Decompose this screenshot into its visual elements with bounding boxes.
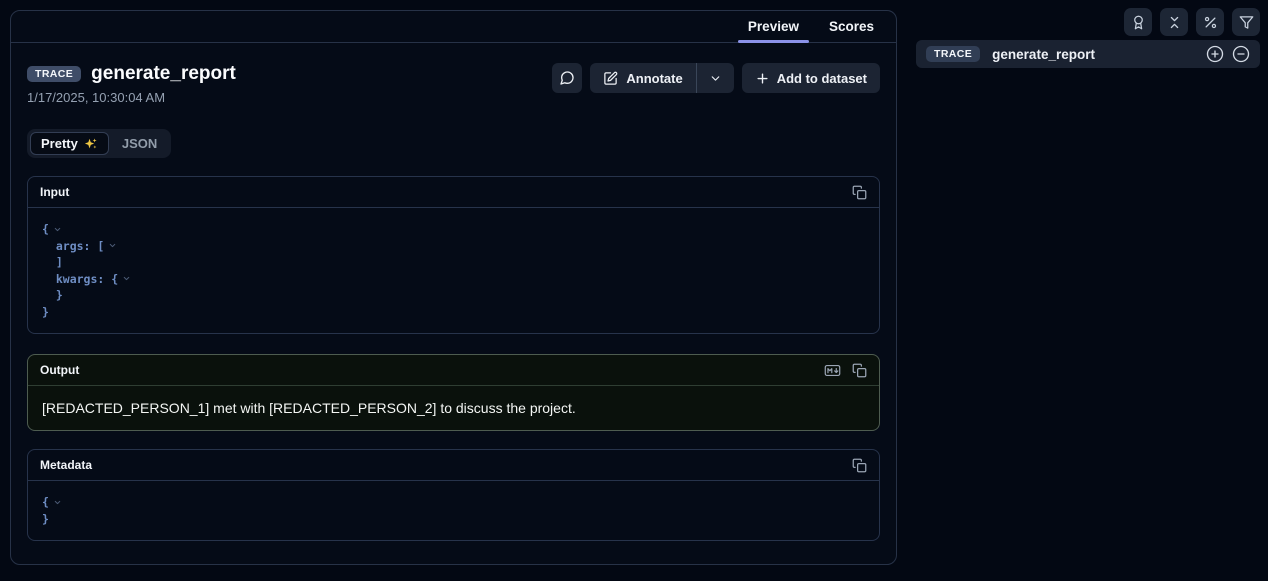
output-section-header: Output [28, 355, 879, 386]
chevron-down-icon[interactable] [122, 274, 131, 283]
collapse-all-button[interactable] [1160, 8, 1188, 36]
circle-minus-icon[interactable] [1232, 45, 1250, 63]
trace-type-badge: TRACE [926, 46, 980, 63]
json-line: kwargs: { [42, 271, 865, 288]
tree-toolbar [1124, 8, 1260, 36]
filter-button[interactable] [1232, 8, 1260, 36]
metrics-toggle-button[interactable] [1196, 8, 1224, 36]
annotate-split-button: Annotate [590, 63, 733, 93]
toggle-pretty[interactable]: Pretty [30, 132, 109, 155]
tab-scores[interactable]: Scores [814, 11, 889, 42]
tab-bar: Preview Scores [11, 11, 896, 43]
json-line-text: { [42, 221, 49, 238]
tree-node-actions [1206, 45, 1250, 63]
chevron-down-icon[interactable] [108, 241, 117, 250]
json-line: } [42, 304, 865, 321]
copy-icon[interactable] [852, 458, 867, 473]
json-line: } [42, 287, 865, 304]
tree-node-title: generate_report [992, 47, 1095, 62]
json-line-text: } [42, 511, 49, 528]
circle-plus-icon[interactable] [1206, 45, 1224, 63]
fold-vertical-icon [1167, 15, 1182, 30]
chevron-down-icon [709, 72, 722, 85]
comment-icon [559, 70, 575, 86]
json-line-text: { [42, 494, 49, 511]
trace-actions: Annotate Add to dataset [552, 63, 880, 93]
tab-preview-label: Preview [748, 19, 799, 34]
json-line-text: args: [ [42, 238, 104, 255]
sparkles-icon [84, 137, 98, 151]
award-icon [1131, 15, 1146, 30]
json-line: { [42, 221, 865, 238]
filter-icon [1239, 15, 1254, 30]
input-json-viewer: { args: [ ] kwargs: { } } [28, 208, 879, 333]
view-format-toggle: Pretty JSON [27, 129, 171, 158]
metadata-section-title: Metadata [40, 458, 92, 472]
tab-scores-label: Scores [829, 19, 874, 34]
comment-button[interactable] [552, 63, 582, 93]
tree-node-trace[interactable]: TRACE generate_report [916, 40, 1260, 68]
trace-type-badge: TRACE [27, 66, 81, 83]
input-section: Input { args: [ ] kwargs: { } } [27, 176, 880, 334]
input-section-header: Input [28, 177, 879, 208]
output-section-title: Output [40, 363, 79, 377]
output-section: Output [REDACTED_PERSON_1] met with [RED… [27, 354, 880, 431]
annotations-toggle-button[interactable] [1124, 8, 1152, 36]
metadata-section-header: Metadata [28, 450, 879, 481]
trace-timestamp: 1/17/2025, 10:30:04 AM [27, 90, 236, 105]
chevron-down-icon[interactable] [53, 225, 62, 234]
json-line-text: } [42, 287, 63, 304]
toggle-pretty-label: Pretty [41, 136, 78, 151]
square-pen-icon [603, 71, 618, 86]
json-line-text: kwargs: { [42, 271, 118, 288]
json-line-text: } [42, 304, 49, 321]
output-text: [REDACTED_PERSON_1] met with [REDACTED_P… [28, 386, 879, 430]
add-to-dataset-button[interactable]: Add to dataset [742, 63, 880, 93]
toggle-json[interactable]: JSON [111, 132, 168, 155]
percent-icon [1203, 15, 1218, 30]
markdown-icon[interactable] [824, 362, 841, 379]
chevron-down-icon[interactable] [53, 498, 62, 507]
json-line: ] [42, 254, 865, 271]
input-section-title: Input [40, 185, 69, 199]
metadata-json-viewer: { } [28, 481, 879, 540]
copy-icon[interactable] [852, 363, 867, 378]
trace-preview-panel: Preview Scores TRACE generate_report 1/1… [10, 10, 897, 565]
metadata-section: Metadata { } [27, 449, 880, 541]
page-title: generate_report [91, 63, 236, 85]
tab-preview[interactable]: Preview [733, 11, 814, 42]
add-to-dataset-label: Add to dataset [777, 71, 867, 86]
copy-icon[interactable] [852, 185, 867, 200]
json-line: args: [ [42, 238, 865, 255]
trace-header: TRACE generate_report 1/17/2025, 10:30:0… [27, 62, 880, 105]
plus-icon [755, 71, 770, 86]
annotate-button[interactable]: Annotate [590, 63, 695, 93]
trace-header-left: TRACE generate_report 1/17/2025, 10:30:0… [27, 62, 236, 105]
annotate-dropdown-button[interactable] [697, 63, 734, 93]
toggle-json-label: JSON [122, 136, 157, 151]
annotate-label: Annotate [626, 71, 682, 86]
json-line: { [42, 494, 865, 511]
json-line: } [42, 511, 865, 528]
json-line-text: ] [42, 254, 63, 271]
